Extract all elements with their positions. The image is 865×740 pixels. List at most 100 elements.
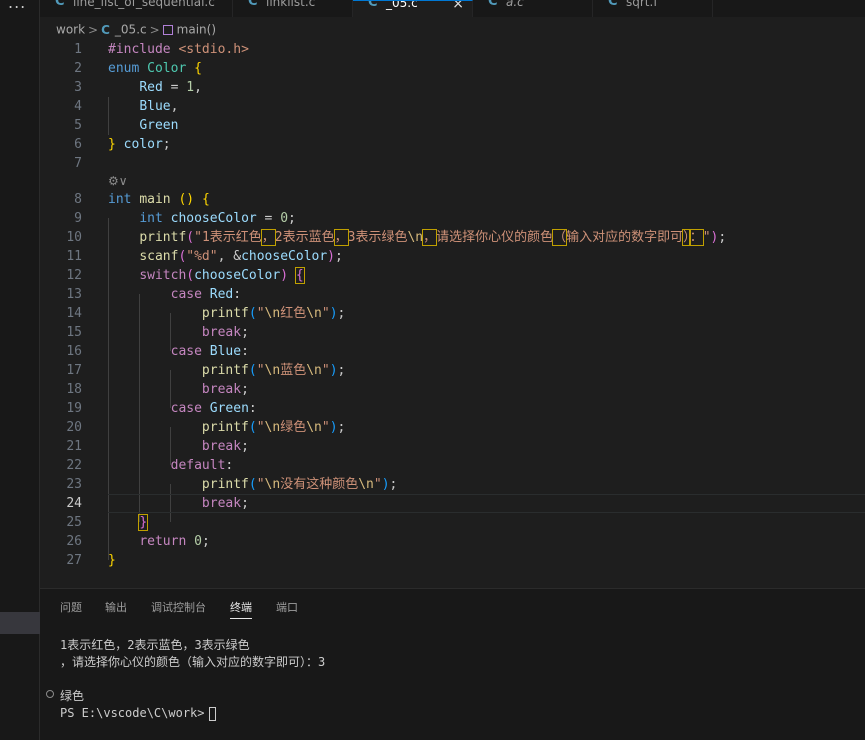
chevron-right-icon: > <box>88 22 99 37</box>
code-editor[interactable]: 1 2 3 4 5 6 7 8 9 10 11 12 13 14 15 16 1… <box>40 40 865 588</box>
enum-member: Blue <box>139 99 171 114</box>
tab-ports[interactable]: 端口 <box>276 599 298 615</box>
line-number: 5 <box>74 118 82 133</box>
tab-line-list-of-sequential[interactable]: C line_list_of_sequential.c <box>40 0 233 17</box>
number: 0 <box>194 534 202 549</box>
activity-bar-highlight <box>0 612 40 634</box>
keyword: int <box>139 211 163 226</box>
tab-ac[interactable]: C a.c <box>473 0 593 17</box>
matched-bracket: { <box>294 267 305 284</box>
symbol-method-icon <box>162 24 173 35</box>
keyword: int <box>108 192 132 207</box>
bracket: ( <box>248 363 257 378</box>
code-line-5: Green <box>108 116 178 135</box>
keyword: enum <box>108 61 140 76</box>
close-icon[interactable]: × <box>452 1 464 12</box>
string: " <box>256 306 265 321</box>
code-line-8: int main () { <box>108 190 210 209</box>
punctuation: : <box>248 401 257 416</box>
keyword: case <box>170 344 202 359</box>
string: 没有这种颜色 <box>280 477 359 492</box>
command-status-icon[interactable] <box>46 690 54 698</box>
tab-label: _05.c <box>386 0 418 10</box>
terminal-output-line: 1表示红色，2表示蓝色，3表示绿色 <box>60 638 250 652</box>
punctuation: ; <box>288 211 296 226</box>
bracket: ) <box>381 477 390 492</box>
bracket: } <box>108 553 116 568</box>
tab-output[interactable]: 输出 <box>105 599 127 615</box>
highlighted-char: （ <box>552 229 568 246</box>
code-line-11: scanf("%d", &chooseColor); <box>108 247 343 266</box>
code-line-19: case Green: <box>108 399 257 418</box>
c-file-icon: C <box>248 0 258 9</box>
line-number: 20 <box>66 420 82 435</box>
tab-05c[interactable]: C _05.c × <box>353 0 473 17</box>
terminal-output-line: ，请选择你心仪的颜色（输入对应的数字即可）：3 <box>60 655 326 669</box>
tab-linklist[interactable]: C linklist.c <box>233 0 353 17</box>
bracket: ) <box>327 249 335 264</box>
terminal-prompt-line[interactable]: PS E:\vscode\C\work> <box>60 705 216 722</box>
breadcrumb-folder[interactable]: work <box>56 23 85 37</box>
c-file-icon: C <box>488 0 498 9</box>
keyword: break <box>201 439 242 454</box>
code-line-27: } <box>108 551 116 570</box>
tab-terminal[interactable]: 终端 <box>230 599 252 619</box>
line-number: 13 <box>66 287 82 302</box>
code-line-6: } color; <box>108 135 171 154</box>
matched-bracket: } <box>138 514 149 531</box>
highlighted-char: ： <box>688 229 704 246</box>
function-name: printf <box>139 230 187 245</box>
code-line-18: break; <box>108 380 249 399</box>
keyword: return <box>139 534 187 549</box>
string: " <box>321 363 330 378</box>
highlighted-char: ， <box>333 229 349 246</box>
enum-member: Blue <box>209 344 242 359</box>
tab-sqrt[interactable]: C sqrt.f <box>593 0 713 17</box>
function-name: main <box>139 192 171 207</box>
tab-debug-console[interactable]: 调试控制台 <box>151 599 206 615</box>
bracket: { <box>194 61 202 76</box>
punctuation: ; <box>241 382 249 397</box>
c-file-icon: C <box>608 0 618 9</box>
string: " <box>256 420 265 435</box>
escape-sequence: \n <box>358 477 374 492</box>
terminal-prompt: PS E:\vscode\C\work> <box>60 706 205 720</box>
terminal-cursor <box>208 706 216 721</box>
function-name: printf <box>201 477 249 492</box>
code-line-25: } <box>108 513 149 532</box>
enum-member: Green <box>209 401 249 416</box>
line-number: 6 <box>74 137 82 152</box>
line-number: 25 <box>66 515 82 530</box>
code-line-12: switch(chooseColor) { <box>108 266 305 285</box>
punctuation: , <box>170 99 179 114</box>
line-number: 22 <box>66 458 82 473</box>
code-line-14: printf("\n红色\n"); <box>108 304 345 323</box>
code-line-21: break; <box>108 437 249 456</box>
line-number: 27 <box>66 553 82 568</box>
string: 绿色 <box>280 420 307 435</box>
more-actions-icon[interactable]: ... <box>8 0 26 12</box>
breadcrumb-file[interactable]: _05.c <box>115 23 147 37</box>
code-line-23: printf("\n没有这种颜色\n"); <box>108 475 397 494</box>
keyword: default <box>170 458 226 473</box>
line-number: 12 <box>66 268 82 283</box>
operator: = <box>162 80 187 95</box>
codelens-gear-icon[interactable]: ⚙∨ <box>108 172 128 191</box>
string: 1表示红色 <box>201 230 262 245</box>
variable: chooseColor <box>241 249 328 264</box>
string: " <box>321 420 330 435</box>
bracket: ( <box>186 230 195 245</box>
string: " <box>256 477 265 492</box>
variable: color <box>123 137 163 152</box>
number: 0 <box>280 211 289 226</box>
line-number: 2 <box>74 61 82 76</box>
highlighted-char: ， <box>260 229 276 246</box>
breadcrumb-symbol[interactable]: main() <box>177 23 216 37</box>
function-name: scanf <box>139 249 179 264</box>
string: 2表示蓝色 <box>274 230 335 245</box>
tab-problems[interactable]: 问题 <box>60 599 82 615</box>
line-number: 17 <box>66 363 82 378</box>
string: " <box>321 306 330 321</box>
bracket: ) <box>329 363 338 378</box>
bracket: ( <box>248 420 257 435</box>
